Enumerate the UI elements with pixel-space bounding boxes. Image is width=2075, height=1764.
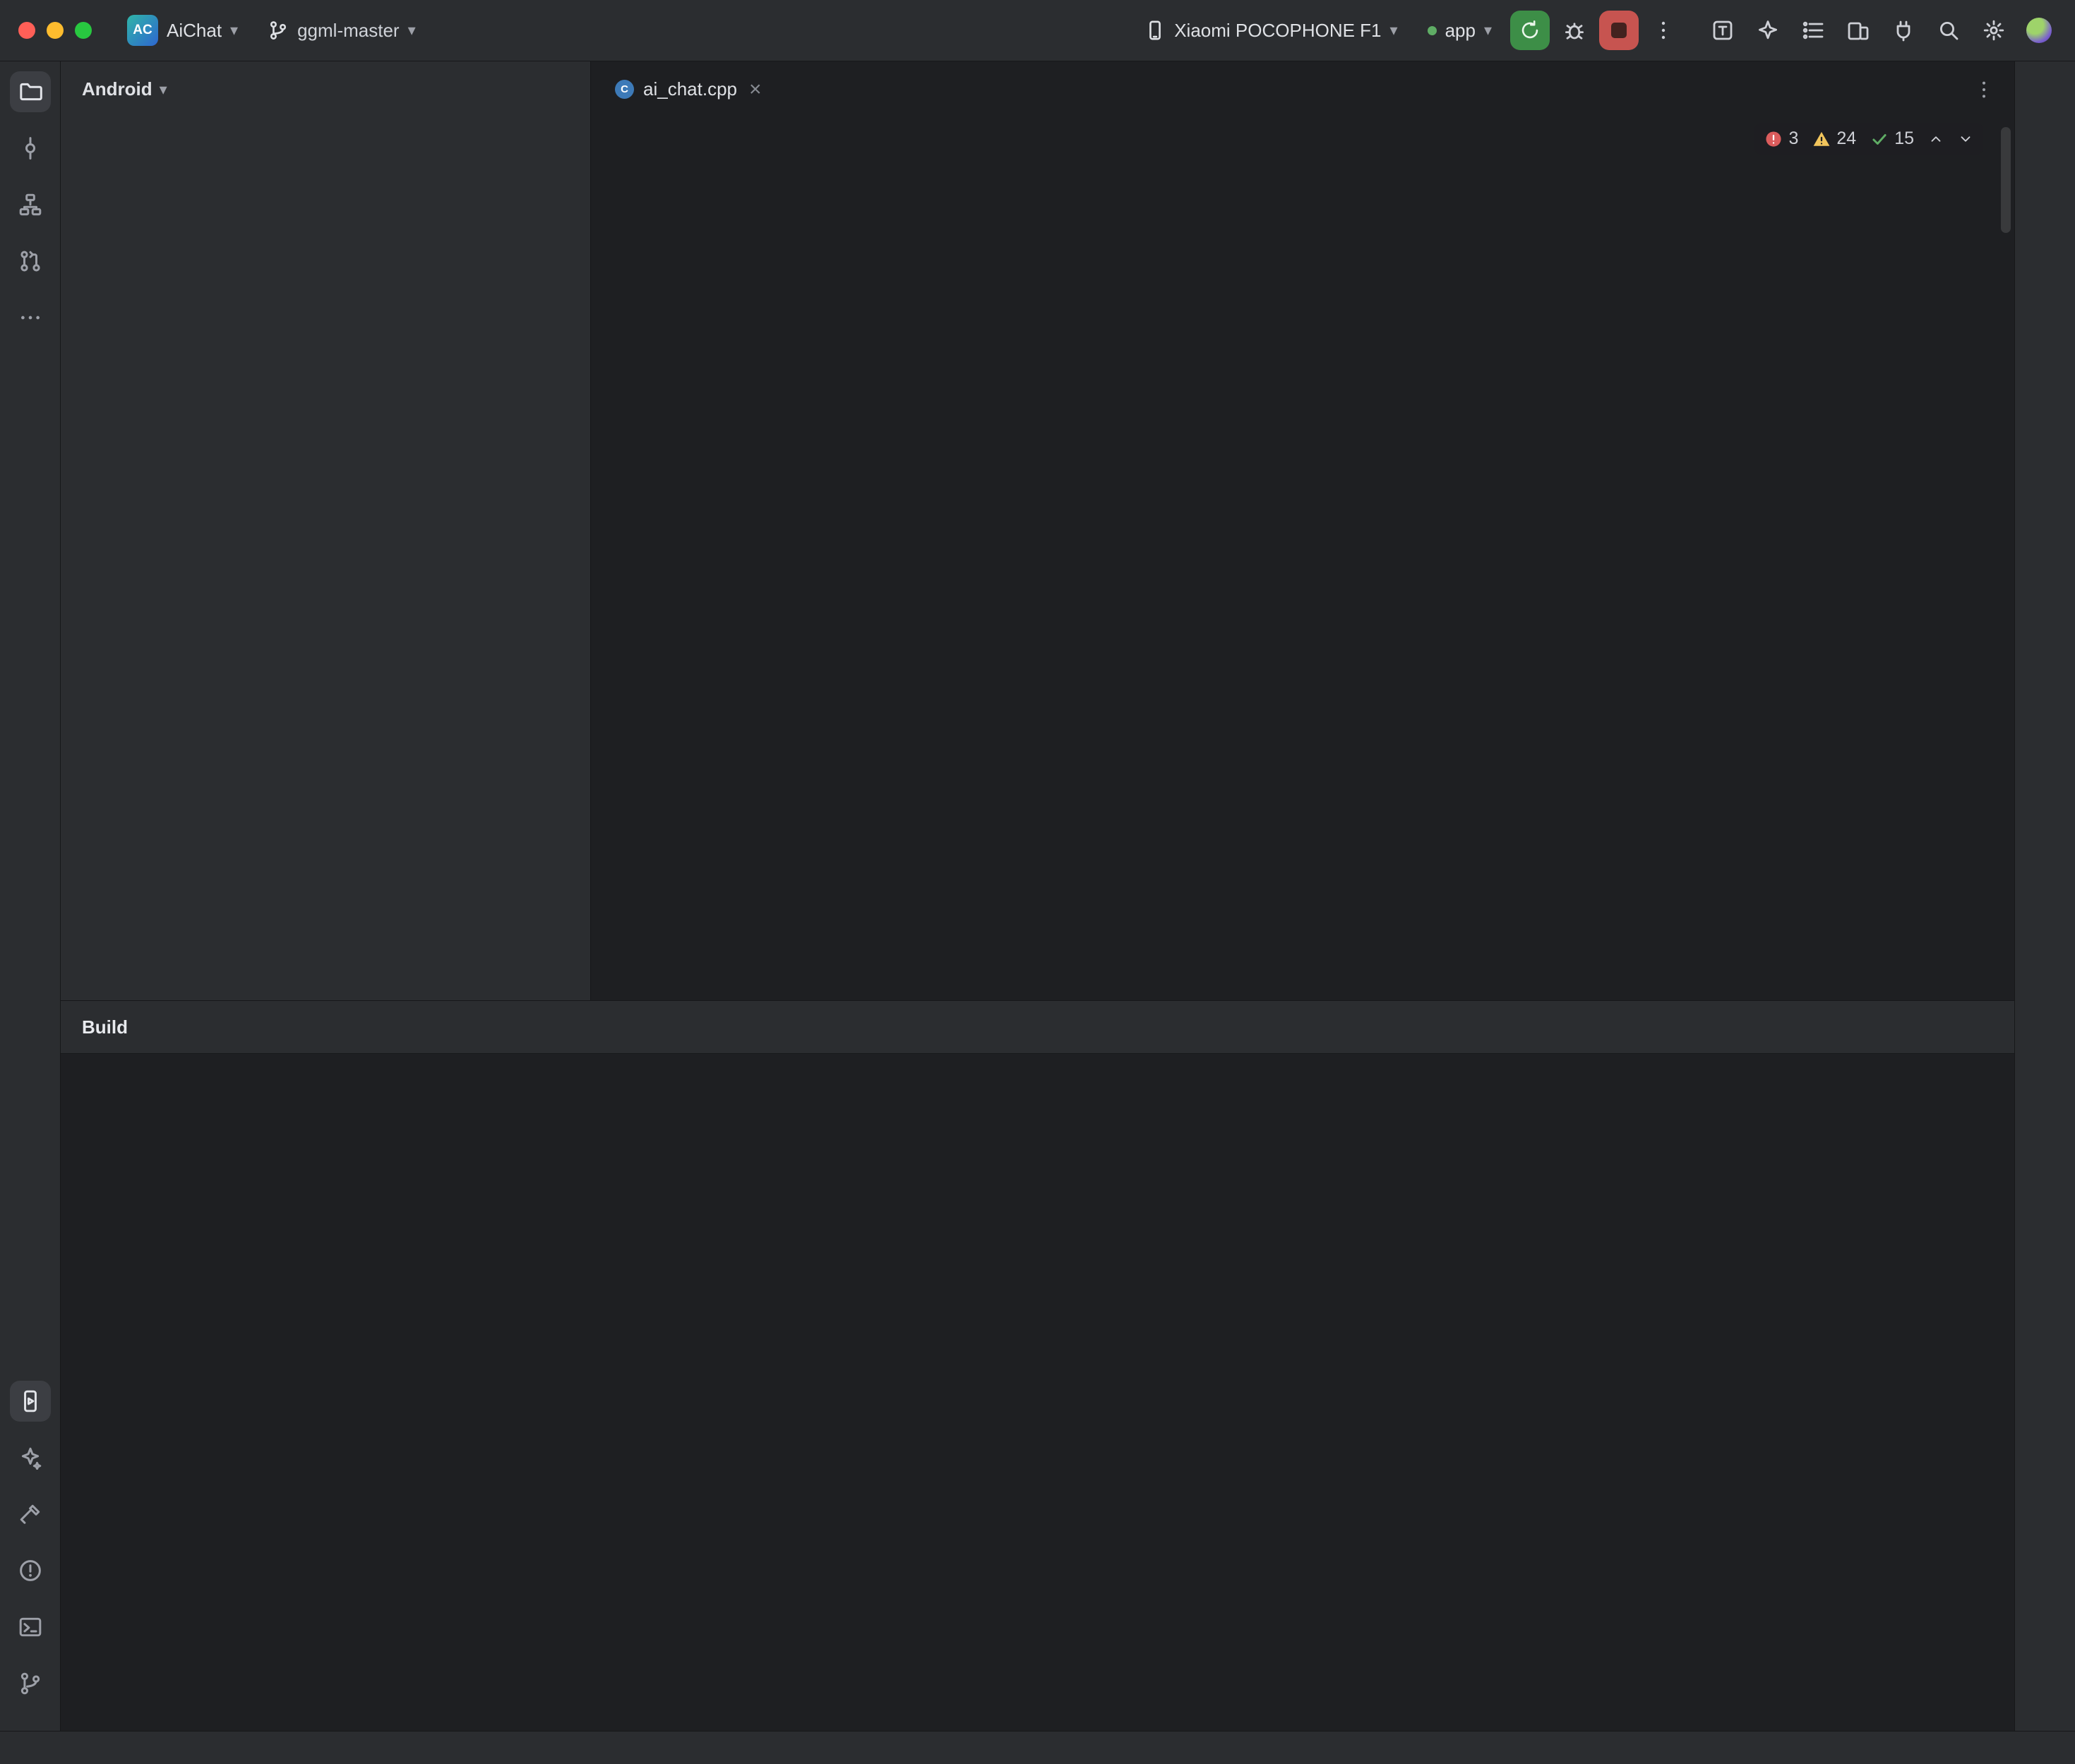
project-folder-icon[interactable] (10, 71, 51, 112)
toolbar-icon-group (1705, 13, 2057, 48)
check-icon (1870, 130, 1889, 148)
error-stripe[interactable] (1996, 117, 2014, 1000)
run-config-name: app (1445, 20, 1476, 42)
error-icon (1764, 130, 1783, 148)
pull-requests-icon[interactable] (10, 241, 51, 282)
project-panel-header: Android ▾ (61, 61, 590, 117)
search-icon[interactable] (1931, 13, 1966, 48)
window-controls (18, 22, 92, 39)
errors-count-group: 3 (1764, 128, 1798, 149)
build-toolbar (61, 1054, 117, 1731)
project-logo: AC (127, 15, 158, 46)
profile-avatar[interactable] (2021, 13, 2057, 48)
assistant-icon[interactable] (10, 1437, 51, 1478)
errors-count: 3 (1788, 128, 1798, 149)
editor-options-icon[interactable] (1973, 79, 1995, 100)
run-config-status-icon (1428, 26, 1437, 35)
build-panel-body (61, 1054, 2014, 1731)
build-panel-title: Build (82, 1016, 128, 1038)
stop-icon (1611, 23, 1627, 38)
editor-tab-bar: C ai_chat.cpp × (591, 61, 2014, 117)
vcs-branch-widget[interactable]: ggml-master ▾ (256, 13, 427, 49)
bug-icon (1563, 19, 1586, 42)
device-icon (1144, 20, 1166, 41)
code-editor[interactable]: 3 24 15 (591, 117, 2014, 1000)
device-selector[interactable]: Xiaomi POCOPHONE F1 ▾ (1133, 13, 1409, 49)
build-panel-header: Build (61, 1001, 2014, 1054)
chevron-down-icon: ▾ (230, 23, 238, 38)
warning-icon (1812, 130, 1831, 148)
project-widget[interactable]: AC AiChat ▾ (116, 8, 249, 53)
project-name: AiChat (167, 20, 222, 42)
main-toolbar: AC AiChat ▾ ggml-master ▾ Xiaomi POCOPHO… (0, 0, 2075, 61)
rerun-button[interactable] (1510, 11, 1550, 50)
ai-actions-icon[interactable] (1750, 13, 1786, 48)
build-tool-window: Build (61, 1000, 2014, 1731)
more-vertical-icon (1652, 19, 1675, 42)
stop-button[interactable] (1599, 11, 1639, 50)
center-area: Android ▾ C ai_chat.cpp × (61, 61, 2014, 1731)
pair-devices-icon[interactable] (1841, 13, 1876, 48)
next-problem-icon[interactable] (1958, 131, 1973, 147)
warnings-count-group: 24 (1812, 128, 1856, 149)
project-tree (61, 117, 590, 1000)
debug-button[interactable] (1557, 13, 1592, 48)
device-name: Xiaomi POCOPHONE F1 (1174, 20, 1381, 42)
todo-list-icon[interactable] (1795, 13, 1831, 48)
warnings-count: 24 (1836, 128, 1856, 149)
chevron-down-icon: ▾ (1484, 23, 1492, 38)
inspections-widget[interactable]: 3 24 15 (1754, 123, 1983, 155)
project-view-name: Android (82, 78, 153, 100)
chevron-down-icon: ▾ (408, 23, 416, 38)
settings-icon[interactable] (1976, 13, 2011, 48)
chevron-down-icon: ▾ (160, 82, 167, 97)
scrollbar-thumb[interactable] (2001, 127, 2011, 233)
passed-count-group: 15 (1870, 128, 1914, 149)
compose-preview-icon[interactable] (1705, 13, 1740, 48)
status-bar (0, 1731, 2075, 1764)
editor-area: C ai_chat.cpp × 3 (591, 61, 2014, 1000)
android-studio-window: { "titlebar": { "project": {"badge": "AC… (0, 0, 2075, 1764)
problems-icon[interactable] (10, 1550, 51, 1591)
close-tab-icon[interactable]: × (749, 79, 762, 100)
main-area: Android ▾ C ai_chat.cpp × (0, 61, 2075, 1731)
project-view-selector[interactable]: Android ▾ (82, 78, 167, 100)
plugins-icon[interactable] (1886, 13, 1921, 48)
cpp-file-icon: C (615, 80, 634, 99)
build-console[interactable] (503, 1054, 2014, 1731)
prev-problem-icon[interactable] (1928, 131, 1944, 147)
top-split: Android ▾ C ai_chat.cpp × (61, 61, 2014, 1000)
terminal-icon[interactable] (10, 1607, 51, 1648)
branch-icon (268, 20, 289, 41)
structure-icon[interactable] (10, 184, 51, 225)
editor-tab-label: ai_chat.cpp (643, 78, 737, 100)
build-hammer-icon[interactable] (10, 1494, 51, 1535)
code-lines (591, 117, 1996, 1000)
more-horizontal-icon[interactable] (10, 297, 51, 338)
run-configuration-selector[interactable]: app ▾ (1416, 13, 1503, 49)
passed-count: 15 (1894, 128, 1914, 149)
version-control-icon[interactable] (10, 1663, 51, 1704)
project-tool-window: Android ▾ (61, 61, 591, 1000)
more-actions-button[interactable] (1646, 13, 1681, 48)
close-window-button[interactable] (18, 22, 35, 39)
fullscreen-window-button[interactable] (75, 22, 92, 39)
commit-icon[interactable] (10, 128, 51, 169)
rerun-icon (1519, 20, 1541, 41)
minimize-window-button[interactable] (47, 22, 64, 39)
branch-name: ggml-master (297, 20, 399, 42)
editor-tab[interactable]: C ai_chat.cpp × (601, 61, 776, 117)
right-tool-strip (2014, 61, 2075, 1731)
chevron-down-icon: ▾ (1390, 23, 1398, 38)
running-devices-icon[interactable] (10, 1381, 51, 1422)
left-tool-strip (0, 61, 61, 1731)
build-tree (117, 1054, 503, 1731)
